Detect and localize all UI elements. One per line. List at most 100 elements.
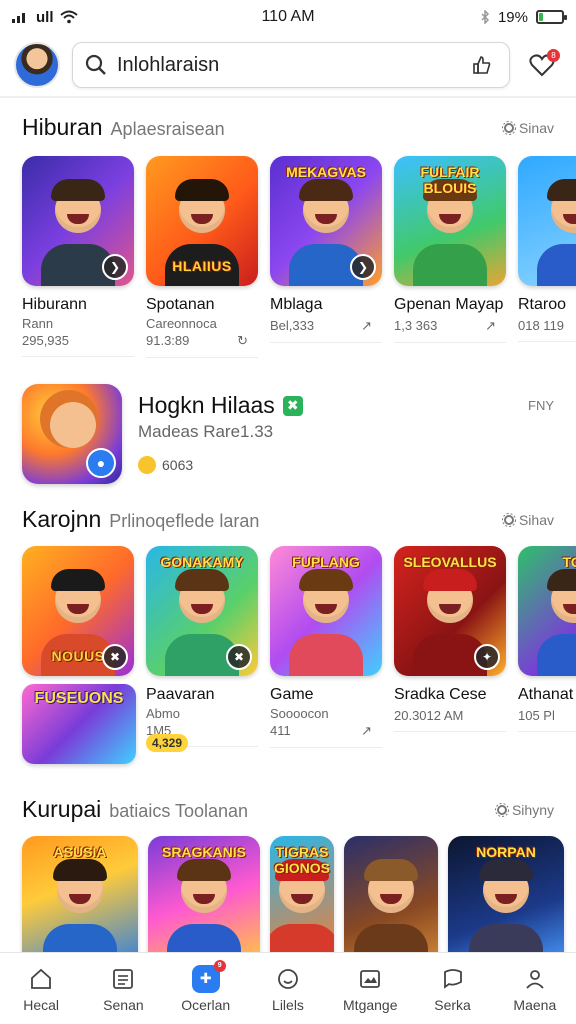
featured-face (50, 402, 96, 448)
featured-subtitle: Madeas Rare1.33 (138, 422, 274, 441)
promo-card[interactable]: FUSEUONS (22, 684, 136, 764)
app-thumbnail[interactable]: TIGRAS GIONOS (270, 836, 334, 966)
nav-item-1[interactable]: Senan (82, 953, 164, 1024)
app-card[interactable]: GONAKAMY ✖ Paavaran Abmo 1M5 (146, 546, 262, 747)
app-thumbnail[interactable]: NOUUS ✖ (22, 546, 134, 676)
games-icon-active: ✚ 9 (191, 959, 226, 993)
section-subtitle: batiaics Toolanan (109, 801, 249, 821)
featured-thumbnail[interactable]: ● (22, 384, 122, 484)
thumbs-up-icon (473, 56, 491, 74)
nav-item-2[interactable]: ✚ 9 Ocerlan (165, 953, 247, 1024)
app-card[interactable]: NOUUS ✖ (22, 546, 138, 676)
app-thumbnail[interactable]: SRAGKANIS (148, 836, 260, 966)
nav-item-5[interactable]: Serka (411, 953, 493, 1024)
app-title: Sradka Cese (394, 686, 487, 703)
see-all-button[interactable]: Sihav (501, 512, 554, 528)
app-thumbnail[interactable] (344, 836, 438, 966)
app-thumbnail[interactable]: HLAIIUS (146, 156, 258, 286)
app-thumbnail[interactable]: SLEOVALLUS ✦ (394, 546, 506, 676)
featured-app[interactable]: ● Hogkn Hilaas ✖ Madeas Rare1.33 6063 FN… (22, 384, 554, 484)
app-card[interactable]: ASUSIA (22, 836, 138, 966)
see-all-button[interactable]: Sinav (501, 120, 554, 136)
featured-rating: 6063 (138, 456, 193, 474)
app-badge-icon: ✖ (102, 644, 128, 670)
nav-item-3[interactable]: Lilels (247, 953, 329, 1024)
app-card[interactable]: HLAIIUS Spotanan Careonnoca 91.3:89 ↻ (146, 156, 262, 358)
app-badge-icon: ❯ (350, 254, 376, 280)
app-action-icon[interactable]: ↗ (361, 318, 372, 334)
app-thumbnail[interactable]: FULFAIR BLOUIS (394, 156, 506, 286)
app-screen: ull 110 AM 19% 8 Hiburan Aplaesraisean (0, 0, 576, 1024)
character-body (289, 634, 363, 676)
app-thumbnail[interactable]: NORPAN (448, 836, 564, 966)
game-logo-text: TIGRAS GIONOS (274, 844, 331, 876)
app-card[interactable]: FUPLANG Game Soooocon 411 ↗ (270, 546, 386, 748)
see-all-label: Sinav (518, 120, 554, 136)
app-downloads: 105 Pl (518, 708, 555, 723)
card-divider (146, 357, 258, 358)
see-all-button[interactable]: Sihyny (494, 802, 554, 818)
person-icon (521, 965, 549, 993)
character-face (51, 569, 105, 624)
avatar[interactable] (14, 42, 60, 88)
nav-label: Senan (103, 996, 144, 1013)
featured-title: Hogkn Hilaas (138, 392, 275, 418)
character-face (175, 569, 229, 624)
game-logo-text: TOI (562, 554, 576, 570)
wifi-icon (59, 10, 78, 24)
games-icon: ✚ 9 (191, 959, 226, 993)
verified-icon: ✖ (282, 395, 303, 416)
featured-more[interactable]: FNY (528, 398, 554, 413)
app-developer: Abmo (146, 706, 180, 721)
app-card[interactable]: NORPAN (448, 836, 564, 966)
top-header: 8 (0, 34, 576, 96)
nav-item-0[interactable]: Hecal (0, 953, 82, 1024)
app-action-icon[interactable]: ↻ (237, 333, 248, 349)
app-thumbnail[interactable]: ASUSIA (22, 836, 138, 966)
character-body (413, 244, 487, 286)
nav-item-6[interactable]: Maena (494, 953, 576, 1024)
signal-indicator: ull (12, 9, 78, 26)
home-icon (27, 965, 55, 993)
nav-item-4[interactable]: Mtgange (329, 953, 411, 1024)
app-card[interactable]: TOI Athanat 105 Pl (518, 546, 576, 732)
status-bar: ull 110 AM 19% (0, 0, 576, 34)
app-thumbnail[interactable]: ❯ (22, 156, 134, 286)
section-hiburan-row: ❯ Hiburann Rann 295,935 HLAIIUS Spotanan Careo… (22, 156, 576, 366)
app-thumbnail[interactable]: MEKAGVAS ❯ (270, 156, 382, 286)
app-card[interactable]: MEKAGVAS ❯ Mblaga Bel,333 ↗ (270, 156, 386, 343)
app-card[interactable]: SLEOVALLUS ✦ Sradka Cese 20.3012 AM (394, 546, 510, 732)
nav-label: Ocerlan (181, 996, 231, 1013)
app-downloads: 018 119 (518, 318, 565, 333)
app-thumbnail[interactable]: GONAKAMY ✖ (146, 546, 258, 676)
app-thumbnail[interactable]: TOI (518, 546, 576, 676)
featured-chat-icon: ● (86, 448, 116, 478)
game-logo-text: NORPAN (476, 844, 536, 860)
app-card[interactable]: ❯ Hiburann Rann 295,935 (22, 156, 138, 357)
app-card[interactable]: Rtaroo 018 119 (518, 156, 576, 342)
app-action-icon[interactable]: ↗ (485, 318, 496, 334)
featured-title-row: Hogkn Hilaas ✖ (138, 392, 303, 419)
share-button[interactable] (467, 50, 497, 80)
app-card[interactable]: SRAGKANIS (148, 836, 264, 966)
app-thumbnail[interactable]: FUPLANG (270, 546, 382, 676)
see-all-label: Sihav (518, 512, 554, 528)
app-badge-icon: ✦ (474, 644, 500, 670)
app-meta: 1,3 363 ↗ (394, 318, 510, 334)
app-thumbnail[interactable] (518, 156, 576, 286)
smile-icon (138, 456, 156, 474)
app-action-icon[interactable]: ↗ (361, 723, 372, 739)
app-card[interactable]: FULFAIR BLOUIS Gpenan Mayap 1,3 363 ↗ (394, 156, 510, 343)
rating-pill: 4,329 (146, 734, 189, 752)
app-meta: 411 ↗ (270, 723, 386, 739)
search-input[interactable] (117, 53, 457, 77)
app-title: Gpenan Mayap (394, 296, 504, 313)
status-right: 19% (480, 9, 567, 26)
favorites-button[interactable]: 8 (522, 45, 562, 85)
app-card[interactable] (344, 836, 460, 966)
gear-icon (501, 121, 516, 135)
section-title: Kurupai (22, 796, 102, 822)
section-title: Karojnn (22, 506, 102, 532)
app-downloads: 91.3:89 (146, 333, 190, 348)
search-bar[interactable] (72, 42, 510, 88)
